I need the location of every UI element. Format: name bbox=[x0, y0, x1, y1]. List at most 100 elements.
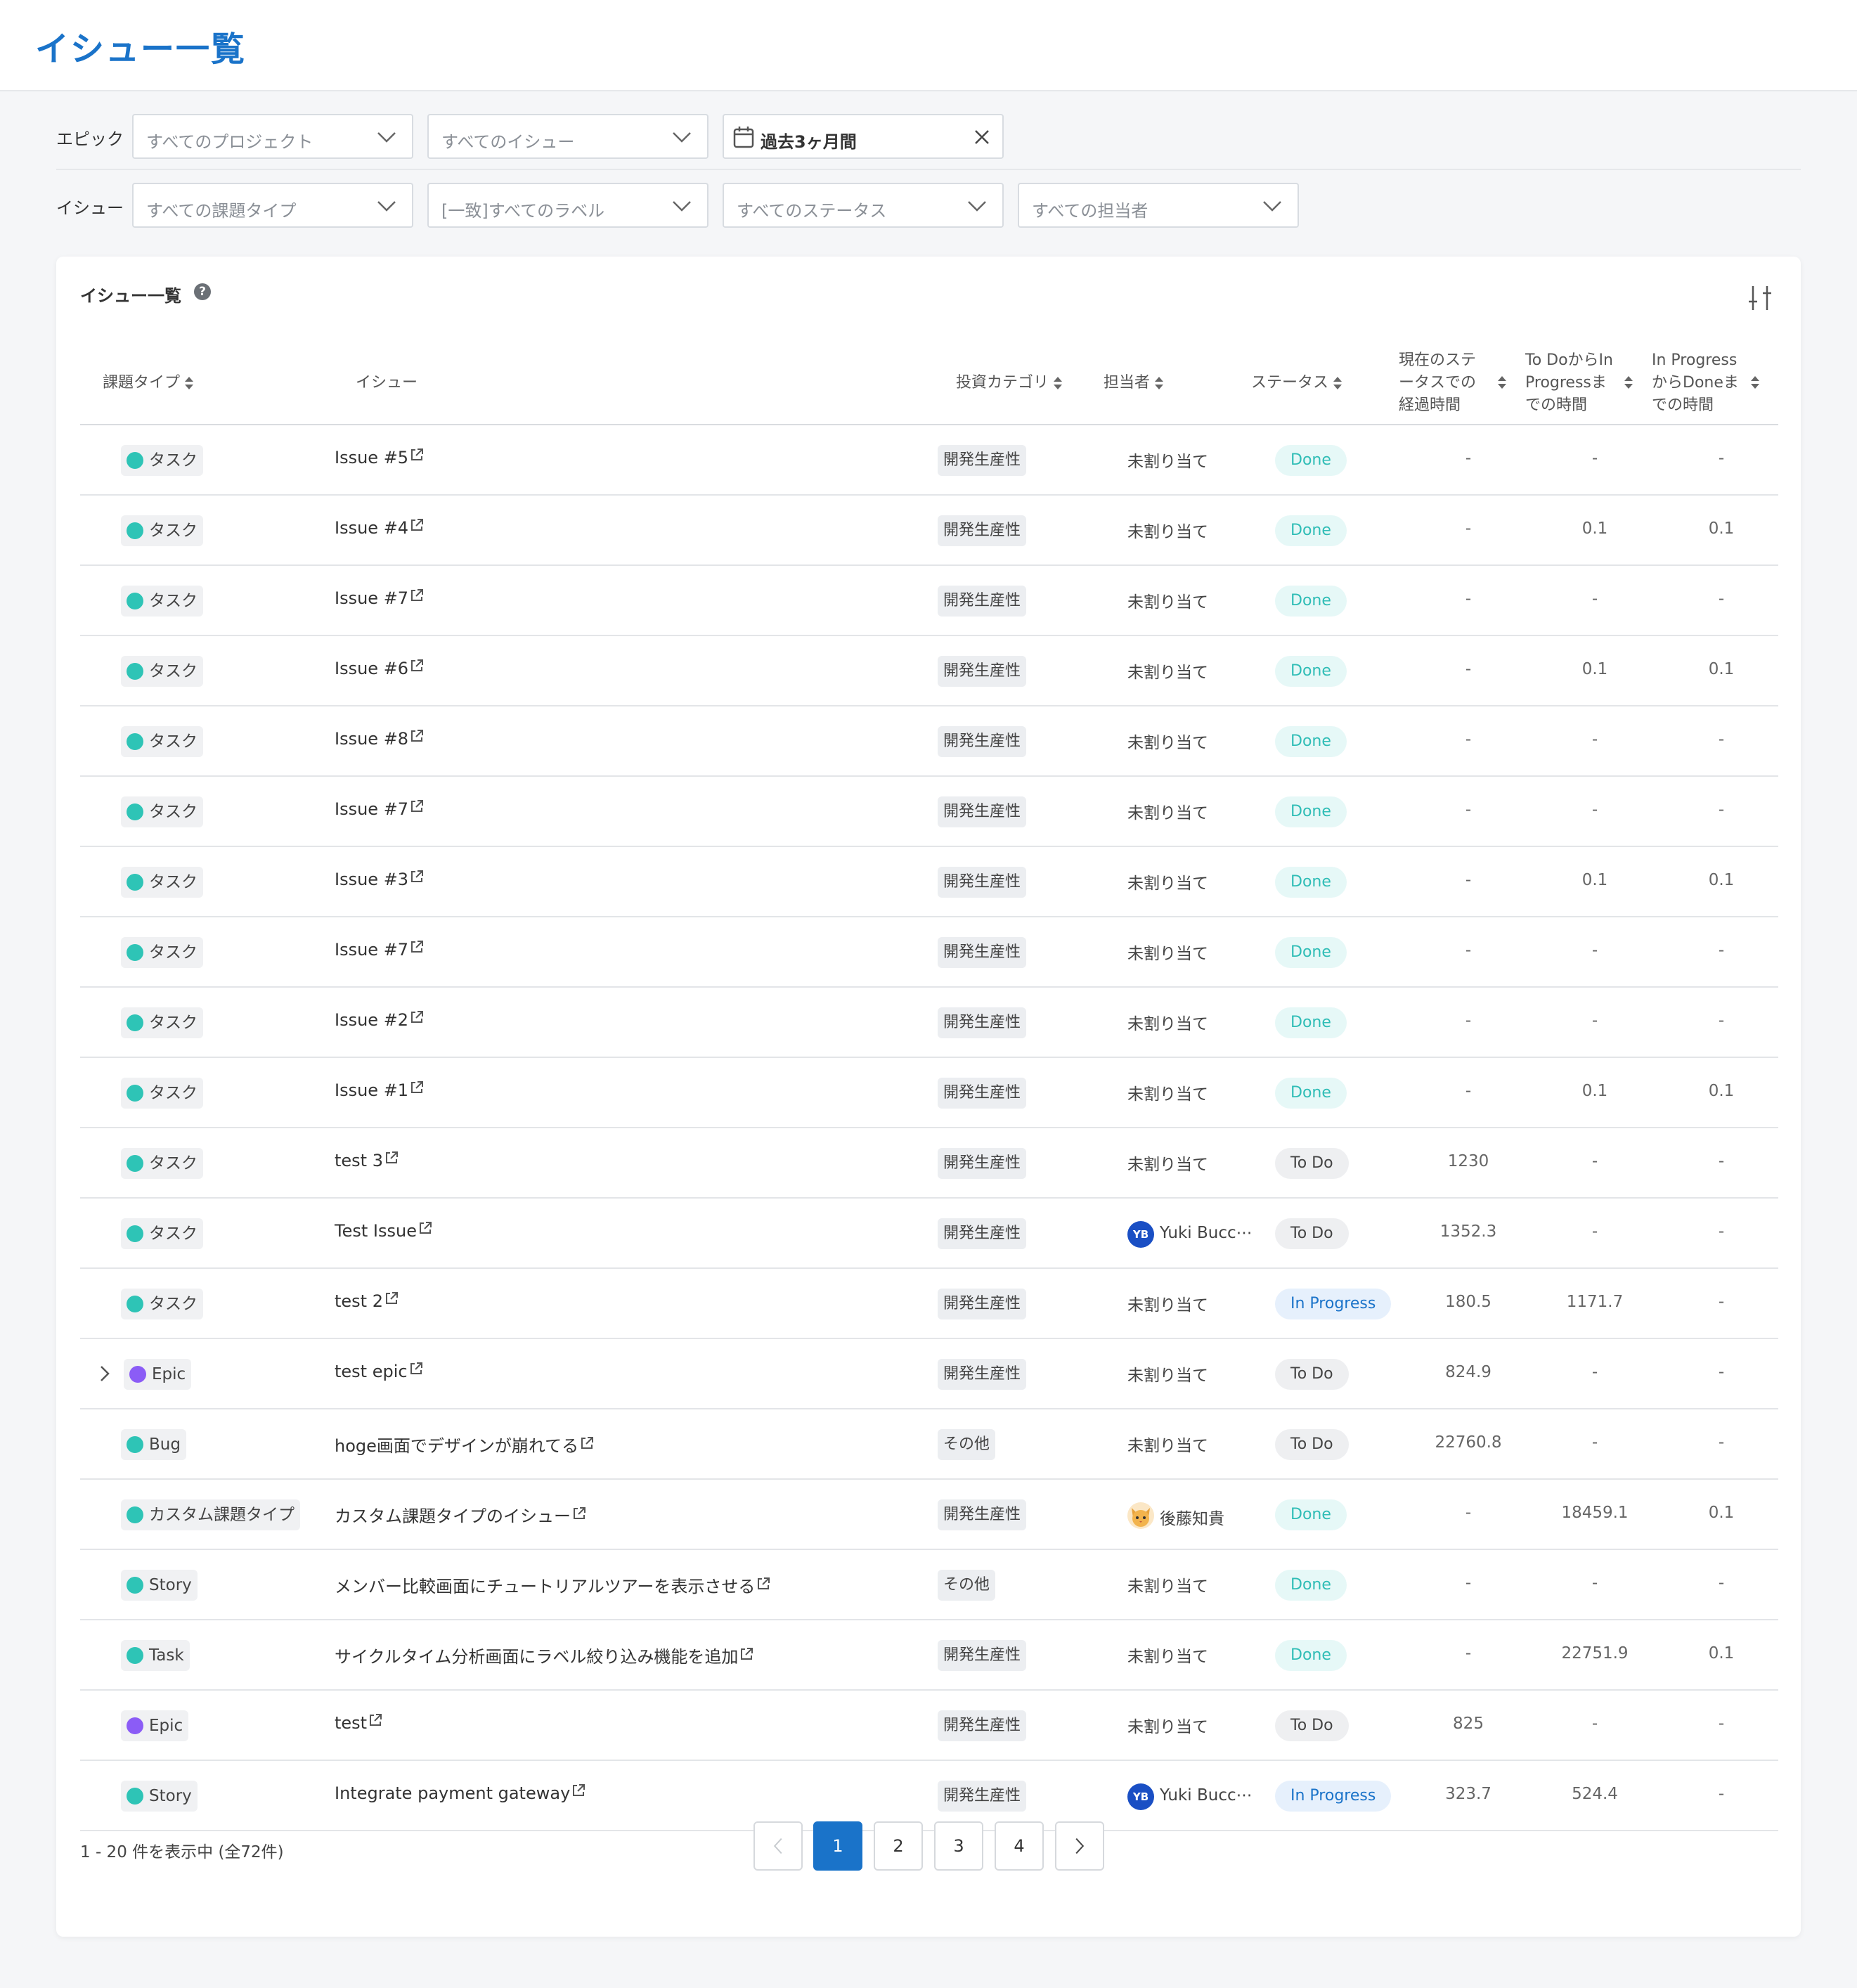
label-select[interactable]: [一致]すべてのラベル bbox=[427, 183, 708, 228]
issue-link[interactable]: サイクルタイム分析画面にラベル絞り込み機能を追加 bbox=[335, 1643, 753, 1667]
category-tag: 開発生産性 bbox=[938, 937, 1027, 968]
issue-link[interactable]: Issue #7 bbox=[335, 799, 424, 819]
elapsed-value: - bbox=[1465, 941, 1472, 960]
status-badge: Done bbox=[1275, 867, 1347, 898]
table-row[interactable]: タスク test 3 開発生産性 未割り当て To Do 1230 - - bbox=[80, 1128, 1778, 1199]
label-select-placeholder: [一致]すべてのラベル bbox=[441, 201, 605, 221]
type-dot-icon bbox=[127, 1296, 143, 1312]
table-row[interactable]: タスク Issue #5 開発生産性 未割り当て Done - - - bbox=[80, 425, 1778, 496]
issue-title: Issue #7 bbox=[335, 588, 409, 608]
external-link-icon bbox=[581, 1437, 594, 1449]
issue-link[interactable]: Issue #7 bbox=[335, 940, 424, 960]
issue-link[interactable]: Issue #4 bbox=[335, 518, 424, 538]
issue-link[interactable]: メンバー比較画面にチュートリアルツアーを表示させる bbox=[335, 1573, 770, 1597]
issue-link[interactable]: Issue #3 bbox=[335, 870, 424, 889]
table-row[interactable]: タスク Issue #3 開発生産性 未割り当て Done - 0.1 0.1 bbox=[80, 847, 1778, 917]
issue-link[interactable]: カスタム課題タイプのイシュー bbox=[335, 1502, 586, 1527]
issue-link[interactable]: Test Issue bbox=[335, 1221, 432, 1241]
page-title: イシュー一覧 bbox=[35, 30, 247, 69]
category-tag: その他 bbox=[938, 1429, 996, 1460]
column-header-todo-to-progress[interactable]: To DoからIn Progressま での時間 bbox=[1525, 349, 1624, 417]
type-dot-icon bbox=[127, 944, 143, 961]
issue-title: Issue #5 bbox=[335, 448, 409, 467]
page-button-2[interactable]: 2 bbox=[874, 1821, 923, 1871]
elapsed-value: - bbox=[1465, 1504, 1472, 1522]
issue-link[interactable]: Issue #5 bbox=[335, 448, 424, 467]
assignee-name: 未割り当て bbox=[1127, 804, 1208, 822]
page-header: イシュー一覧 bbox=[0, 0, 1857, 91]
prev-page-button[interactable] bbox=[753, 1821, 803, 1871]
table-row[interactable]: Epic test epic 開発生産性 未割り当て To Do 824.9 - - bbox=[80, 1339, 1778, 1409]
column-header-progress-to-done[interactable]: In Progress からDoneま での時間 bbox=[1652, 349, 1750, 417]
table-row[interactable]: Bug hoge画面でデザインが崩れてる その他 未割り当て To Do 22760.8 -… bbox=[80, 1409, 1778, 1480]
issue-link[interactable]: test epic bbox=[335, 1362, 423, 1381]
issue-link[interactable]: Issue #2 bbox=[335, 1010, 424, 1030]
assignee-name: 未割り当て bbox=[1127, 1367, 1208, 1385]
external-link-icon bbox=[419, 1222, 432, 1234]
column-header-elapsed[interactable]: 現在のステ ータスでの 経過時間 bbox=[1399, 349, 1497, 417]
category-tag: 開発生産性 bbox=[938, 1359, 1027, 1390]
sort-icon[interactable] bbox=[1497, 375, 1507, 390]
issue-title: Test Issue bbox=[335, 1221, 417, 1241]
status-badge: Done bbox=[1275, 796, 1347, 827]
issue-type-select[interactable]: すべての課題タイプ bbox=[132, 183, 413, 228]
column-header-status-label: ステータス bbox=[1251, 374, 1329, 392]
date-range-picker[interactable]: 過去3ヶ月間 bbox=[723, 114, 1004, 159]
issue-type-label: Story bbox=[149, 1787, 192, 1805]
column-settings-icon[interactable] bbox=[1746, 283, 1774, 313]
page-button-4[interactable]: 4 bbox=[995, 1821, 1044, 1871]
issue-type-label: タスク bbox=[149, 522, 198, 540]
column-header-status[interactable]: ステータス bbox=[1251, 372, 1342, 394]
next-page-button[interactable] bbox=[1055, 1821, 1104, 1871]
table-row[interactable]: Epic test 開発生産性 未割り当て To Do 825 - - bbox=[80, 1691, 1778, 1761]
table-row[interactable]: タスク Issue #7 開発生産性 未割り当て Done - - - bbox=[80, 566, 1778, 636]
status-select[interactable]: すべてのステータス bbox=[723, 183, 1004, 228]
issue-link[interactable]: Issue #1 bbox=[335, 1080, 424, 1100]
chevron-right-icon[interactable] bbox=[98, 1364, 111, 1383]
page-button-1[interactable]: 1 bbox=[813, 1821, 862, 1871]
issue-link[interactable]: Integrate payment gateway bbox=[335, 1783, 585, 1803]
sort-icon[interactable] bbox=[1750, 375, 1760, 390]
column-header-assignee[interactable]: 担当者 bbox=[1104, 372, 1164, 394]
table-row[interactable]: タスク Issue #2 開発生産性 未割り当て Done - - - bbox=[80, 988, 1778, 1058]
table-row[interactable]: Story Integrate payment gateway 開発生産性 YB Yuk… bbox=[80, 1761, 1778, 1831]
elapsed-value: - bbox=[1465, 801, 1472, 819]
page-button-3[interactable]: 3 bbox=[934, 1821, 983, 1871]
elapsed-value: - bbox=[1465, 730, 1472, 749]
issue-link[interactable]: hoge画面でデザインが崩れてる bbox=[335, 1432, 594, 1457]
table-row[interactable]: タスク Issue #7 開発生産性 未割り当て Done - - - bbox=[80, 917, 1778, 988]
assignee-name: 未割り当て bbox=[1127, 523, 1208, 541]
issue-link[interactable]: Issue #8 bbox=[335, 729, 424, 749]
issue-link[interactable]: test bbox=[335, 1713, 382, 1733]
help-icon[interactable]: ? bbox=[194, 283, 211, 300]
table-row[interactable]: Story メンバー比較画面にチュートリアルツアーを表示させる その他 未割り当て Do… bbox=[80, 1550, 1778, 1620]
table-row[interactable]: Task サイクルタイム分析画面にラベル絞り込み機能を追加 開発生産性 未割り当て Do… bbox=[80, 1620, 1778, 1691]
table-row[interactable]: カスタム課題タイプ カスタム課題タイプのイシュー 開発生産性 後藤知貴 Done - 184… bbox=[80, 1480, 1778, 1550]
epic-issue-select[interactable]: すべてのイシュー bbox=[427, 114, 708, 159]
table-row[interactable]: タスク Issue #8 開発生産性 未割り当て Done - - - bbox=[80, 706, 1778, 777]
table-row[interactable]: タスク Issue #6 開発生産性 未割り当て Done - 0.1 0.1 bbox=[80, 636, 1778, 706]
issue-link[interactable]: test 3 bbox=[335, 1151, 399, 1170]
sort-icon[interactable] bbox=[1624, 375, 1633, 390]
issue-link[interactable]: test 2 bbox=[335, 1291, 399, 1311]
table-row[interactable]: タスク Issue #4 開発生産性 未割り当て Done - 0.1 0.1 bbox=[80, 496, 1778, 566]
progress-to-done-value: - bbox=[1718, 941, 1725, 960]
external-link-icon bbox=[411, 1081, 424, 1093]
project-select[interactable]: すべてのプロジェクト bbox=[132, 114, 413, 159]
table-row[interactable]: タスク Test Issue 開発生産性 YB Yuki Bucc⋯ To Do 1352.… bbox=[80, 1199, 1778, 1269]
type-dot-icon bbox=[127, 733, 143, 750]
assignee-select[interactable]: すべての担当者 bbox=[1018, 183, 1299, 228]
table-row[interactable]: タスク Issue #1 開発生産性 未割り当て Done - 0.1 0.1 bbox=[80, 1058, 1778, 1128]
avatar: YB bbox=[1127, 1221, 1154, 1248]
status-badge: Done bbox=[1275, 1007, 1347, 1038]
column-header-type[interactable]: 課題タイプ bbox=[103, 372, 194, 394]
table-row[interactable]: タスク Issue #7 開発生産性 未割り当て Done - - - bbox=[80, 777, 1778, 847]
issue-title: test 3 bbox=[335, 1151, 383, 1170]
table-row[interactable]: タスク test 2 開発生産性 未割り当て In Progress 180.5 1171.… bbox=[80, 1269, 1778, 1339]
close-icon[interactable] bbox=[971, 127, 992, 148]
column-header-category[interactable]: 投資カテゴリ bbox=[956, 372, 1063, 394]
issue-title: Issue #6 bbox=[335, 659, 409, 678]
issue-link[interactable]: Issue #6 bbox=[335, 659, 424, 678]
external-link-icon bbox=[411, 870, 424, 882]
issue-link[interactable]: Issue #7 bbox=[335, 588, 424, 608]
